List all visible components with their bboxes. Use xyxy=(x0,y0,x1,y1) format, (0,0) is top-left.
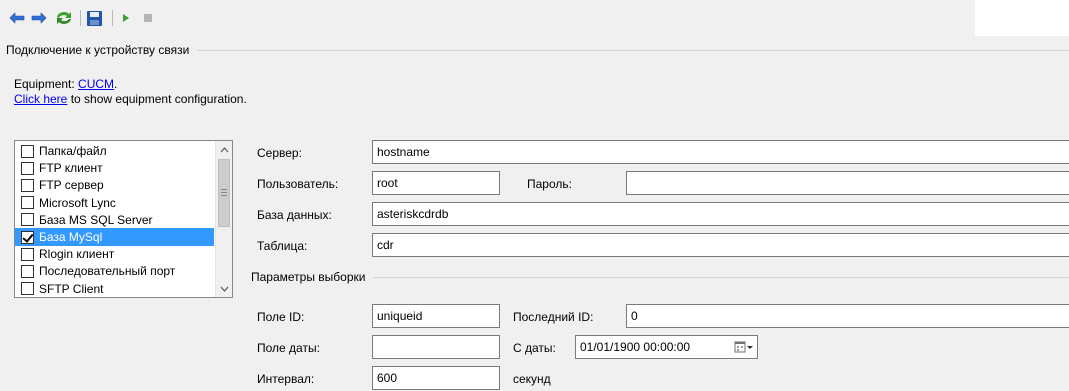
id-field-label: Поле ID: xyxy=(257,310,305,324)
checkbox[interactable] xyxy=(21,230,34,244)
database-input[interactable]: asteriskcdrdb xyxy=(372,202,1069,226)
group-divider xyxy=(373,276,1069,278)
show-configuration-text: to show equipment configuration. xyxy=(70,92,247,106)
from-date-value: 01/01/1900 00:00:00 xyxy=(580,340,691,354)
list-item[interactable]: Папка/файл xyxy=(15,142,214,160)
scrollbar-thumb[interactable] xyxy=(218,159,230,227)
equipment-line: Equipment: CUCM. xyxy=(14,77,117,91)
list-item-label: FTP сервер xyxy=(39,178,104,193)
checkbox[interactable] xyxy=(21,247,34,261)
scroll-up-icon[interactable] xyxy=(216,141,232,158)
password-label: Пароль: xyxy=(527,177,572,191)
toolbar-separator xyxy=(112,10,113,26)
last-id-label: Последний ID: xyxy=(513,310,594,324)
date-field-label: Поле даты: xyxy=(257,341,320,355)
group-divider xyxy=(197,49,1069,51)
stop-icon[interactable] xyxy=(140,8,156,28)
database-label: База данных: xyxy=(257,208,332,222)
refresh-icon[interactable] xyxy=(53,8,75,28)
thumb-grip xyxy=(221,195,227,196)
save-icon[interactable] xyxy=(84,8,104,28)
list-item[interactable]: База MS SQL Server xyxy=(15,211,214,229)
checkbox[interactable] xyxy=(21,196,34,210)
selection-params-title: Параметры выборки xyxy=(251,270,366,284)
table-input[interactable]: cdr xyxy=(372,233,1069,257)
list-item[interactable]: FTP клиент xyxy=(15,159,214,177)
toolbar-separator xyxy=(80,10,81,26)
interval-label: Интервал: xyxy=(257,372,315,386)
user-input[interactable]: root xyxy=(372,171,500,195)
checkbox[interactable] xyxy=(21,178,34,192)
password-input[interactable] xyxy=(626,171,1069,195)
server-input[interactable]: hostname xyxy=(372,140,1069,164)
list-item[interactable]: База MySql xyxy=(15,228,214,246)
thumb-grip xyxy=(221,189,227,190)
checkbox[interactable] xyxy=(21,213,34,227)
interval-input[interactable]: 600 xyxy=(372,366,500,390)
user-label: Пользователь: xyxy=(257,177,339,191)
list-item[interactable]: FTP сервер xyxy=(15,176,214,194)
forward-arrow-icon[interactable] xyxy=(30,8,48,28)
list-item-label: Последовательный порт xyxy=(39,264,176,279)
checkbox[interactable] xyxy=(21,264,34,278)
selection-params-header: Параметры выборки xyxy=(251,270,1069,284)
id-field-input[interactable]: uniqueid xyxy=(372,304,500,328)
connection-group-title: Подключение к устройству связи xyxy=(6,43,190,57)
checkbox[interactable] xyxy=(21,282,34,296)
list-item[interactable]: Последовательный порт xyxy=(15,262,214,280)
toolbar xyxy=(0,0,975,36)
show-configuration-line: Click here to show equipment configurati… xyxy=(14,92,247,106)
scroll-down-icon[interactable] xyxy=(216,280,232,297)
checkbox[interactable] xyxy=(21,144,34,158)
click-here-link[interactable]: Click here xyxy=(14,92,67,106)
list-item[interactable]: SFTP Client xyxy=(15,280,214,298)
server-label: Сервер: xyxy=(257,146,302,160)
interval-unit-label: секунд xyxy=(513,372,551,386)
from-date-picker[interactable]: 01/01/1900 00:00:00 xyxy=(575,335,758,359)
toolbar-blank-area xyxy=(975,0,1069,36)
list-item-label: Microsoft Lync xyxy=(39,195,116,210)
thumb-grip xyxy=(221,192,227,193)
from-date-label: С даты: xyxy=(513,341,556,355)
list-item-label: Rlogin клиент xyxy=(39,247,115,262)
equipment-suffix: . xyxy=(114,77,118,91)
connection-group-header: Подключение к устройству связи xyxy=(6,43,1069,57)
table-label: Таблица: xyxy=(257,239,308,253)
list-item-label: SFTP Client xyxy=(39,281,104,296)
list-scrollbar[interactable] xyxy=(215,141,232,297)
last-id-input[interactable]: 0 xyxy=(626,304,1069,328)
list-item-label: Папка/файл xyxy=(39,144,107,158)
list-item-label: FTP клиент xyxy=(39,161,103,176)
list-item[interactable]: Microsoft Lync xyxy=(15,194,214,212)
equipment-link[interactable]: CUCM xyxy=(78,77,114,91)
connection-type-list[interactable]: Папка/файл FTP клиент FTP сервер Microsoft … xyxy=(14,140,233,298)
list-item-label: База MySql xyxy=(39,230,103,244)
back-arrow-icon[interactable] xyxy=(8,8,26,28)
play-icon[interactable] xyxy=(118,8,134,28)
list-item[interactable]: Rlogin клиент xyxy=(15,245,214,263)
calendar-dropdown-icon[interactable] xyxy=(733,339,755,355)
date-field-input[interactable] xyxy=(372,335,500,359)
equipment-label: Equipment: xyxy=(14,77,75,91)
checkbox[interactable] xyxy=(21,161,34,175)
list-item-label: База MS SQL Server xyxy=(39,212,153,227)
